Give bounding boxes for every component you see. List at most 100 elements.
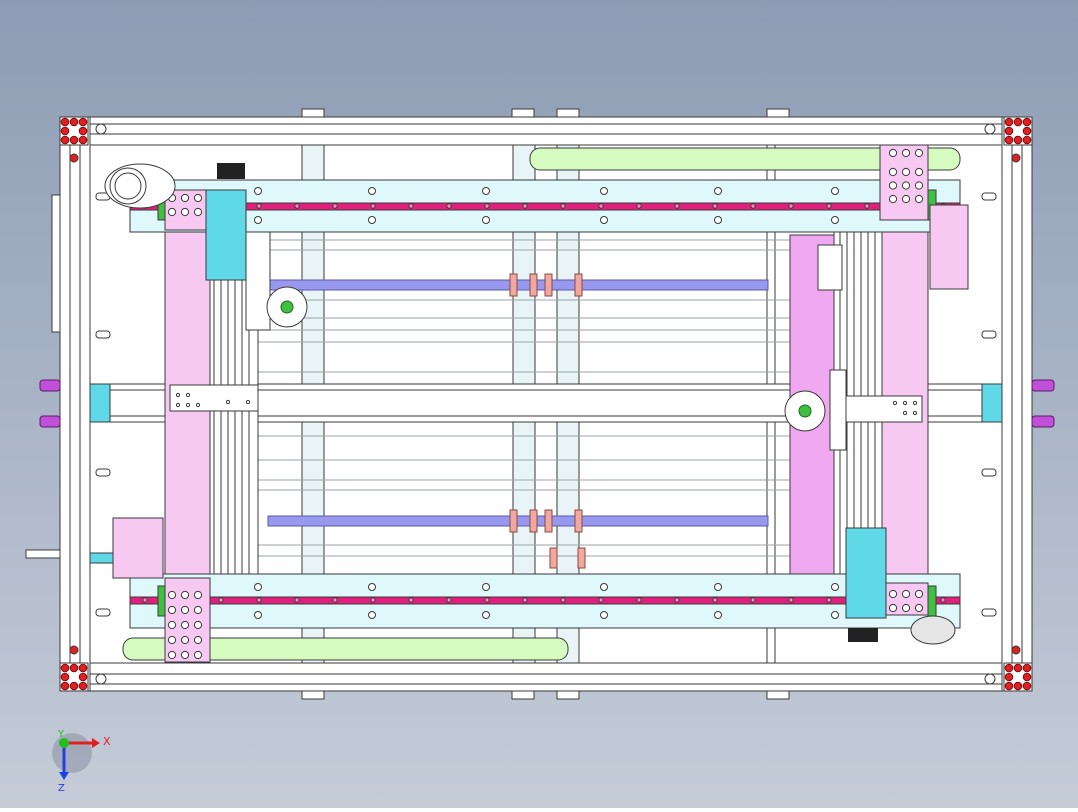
rail-hole: [368, 583, 376, 591]
rod-collar: [549, 547, 558, 569]
rail-stripe-hole: [674, 597, 680, 603]
slider-hole: [175, 402, 181, 408]
rod-collar: [574, 509, 583, 533]
rail-stripe-hole: [560, 597, 566, 603]
rail-stripe-hole: [750, 203, 756, 209]
corner-bolt: [1004, 117, 1014, 127]
frame-pin: [1011, 153, 1021, 163]
rail-hole: [600, 611, 608, 619]
plate-hole: [901, 181, 911, 190]
rail-stripe-hole: [674, 203, 680, 209]
plate-hole: [180, 605, 190, 615]
rail-stripe-hole: [294, 597, 300, 603]
plate-hole: [888, 167, 898, 177]
rail-stripe-hole: [560, 203, 566, 209]
rod-collar: [544, 509, 553, 533]
plate-hole: [167, 650, 177, 660]
rod-collar: [509, 509, 518, 533]
rail-hole: [368, 216, 376, 224]
frame-hole: [95, 673, 107, 685]
rail-hole: [254, 187, 262, 195]
plate-hole: [193, 650, 203, 660]
corner-bolt: [1013, 117, 1023, 127]
plate-hole: [180, 635, 190, 645]
slider-hole: [902, 400, 908, 406]
rail-hole: [831, 187, 839, 195]
left-side-bracket: [245, 229, 271, 331]
rail-stripe-hole: [826, 597, 832, 603]
frame-pin: [69, 645, 79, 655]
corner-bolt: [69, 663, 79, 673]
frame-slot: [981, 608, 997, 617]
slider-hole: [175, 392, 181, 398]
rail-hole: [714, 583, 722, 591]
rail-stripe-hole: [294, 203, 300, 209]
rail-stripe-hole: [712, 597, 718, 603]
rail-stripe-hole: [256, 597, 262, 603]
slider-hole: [185, 392, 191, 398]
rail-stripe-hole: [408, 203, 414, 209]
rail-stripe-hole: [788, 597, 794, 603]
plate-hole: [167, 620, 177, 630]
rail-stripe-hole: [864, 203, 870, 209]
frame-hole: [984, 123, 996, 135]
bearing-left: [266, 286, 308, 328]
rail-stripe-hole: [218, 597, 224, 603]
plate-hole: [167, 207, 177, 217]
plate-hole: [167, 635, 177, 645]
corner-bolt: [60, 663, 70, 673]
corner-bolt: [78, 135, 88, 145]
corner-bolt: [60, 135, 70, 145]
plate-hole: [901, 589, 911, 599]
corner-bolt: [1022, 663, 1032, 673]
plate-hole: [193, 635, 203, 645]
corner-bolt: [1022, 135, 1032, 145]
rail-stripe-hole: [142, 597, 148, 603]
frame-hole: [95, 123, 107, 135]
corner-bolt: [60, 672, 70, 682]
corner-bolt: [60, 117, 70, 127]
frame-slot: [95, 468, 111, 477]
left-tab: [25, 549, 61, 559]
plate-hole: [888, 589, 898, 599]
rail-stripe-hole: [332, 597, 338, 603]
rail-hole: [368, 187, 376, 195]
rail-stripe-hole: [522, 597, 528, 603]
rail-stripe-hole: [446, 203, 452, 209]
corner-bolt: [78, 672, 88, 682]
cad-viewport[interactable]: X Y Z: [0, 0, 1078, 808]
plate-hole: [180, 193, 190, 203]
cad-drawing: X Y Z: [0, 0, 1078, 808]
plate-hole: [180, 650, 190, 660]
rail-hole: [831, 216, 839, 224]
slider-hole: [902, 410, 908, 416]
plate-hole: [901, 148, 911, 158]
rail-stripe-hole: [826, 203, 832, 209]
slider-hole: [195, 402, 201, 408]
plate-hole: [180, 620, 190, 630]
corner-bolt: [1004, 672, 1014, 682]
rail-stripe-hole: [522, 203, 528, 209]
corner-bolt: [1013, 135, 1023, 145]
bottom-linear-rail[interactable]: [129, 573, 961, 629]
rod-collar: [577, 547, 586, 569]
right-side-bracket: [817, 244, 843, 291]
corner-bolt: [1004, 126, 1014, 136]
plate-hole: [888, 148, 898, 158]
plate-hole: [193, 620, 203, 630]
slider-hole: [185, 402, 191, 408]
bearing-right: [784, 390, 826, 432]
corner-bolt: [69, 117, 79, 127]
rail-hole: [368, 611, 376, 619]
plate-hole: [180, 207, 190, 217]
rod-collar: [509, 273, 518, 297]
rod-collar: [544, 273, 553, 297]
rail-hole: [714, 187, 722, 195]
corner-bolt: [78, 117, 88, 127]
corner-bolt: [60, 126, 70, 136]
corner-bolt: [69, 135, 79, 145]
plate-hole: [914, 148, 924, 158]
rail-hole: [482, 187, 490, 195]
corner-bolt: [1004, 663, 1014, 673]
rail-hole: [254, 216, 262, 224]
